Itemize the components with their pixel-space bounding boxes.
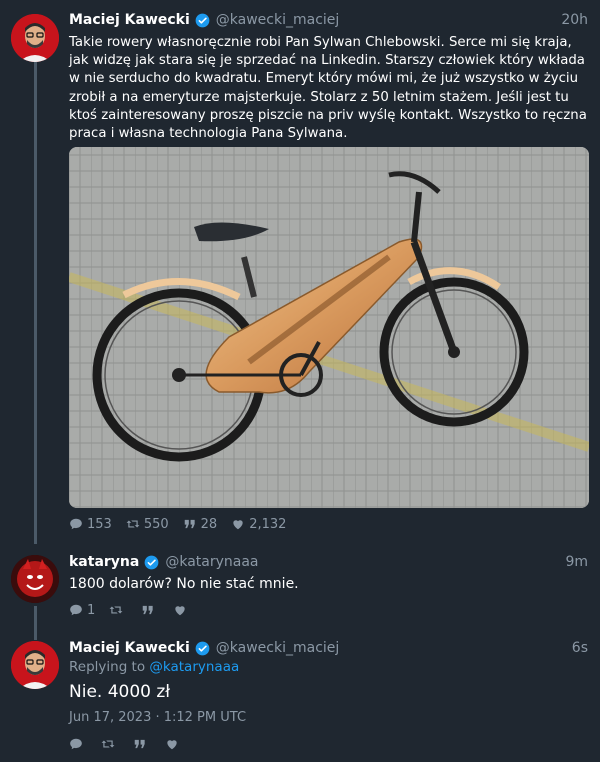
- reply-count: 1: [87, 602, 96, 618]
- tweet-image[interactable]: [69, 147, 589, 508]
- replying-prefix: Replying to: [69, 659, 146, 675]
- tweet-date[interactable]: Jun 17, 2023 · 1:12 PM UTC: [69, 710, 246, 725]
- quote-count: 28: [200, 516, 218, 532]
- reply-icon: [69, 517, 83, 531]
- avatar-image: [11, 14, 59, 62]
- retweet-count: 550: [143, 516, 169, 532]
- reply-icon: [69, 737, 83, 751]
- quote-button[interactable]: 28: [183, 516, 218, 532]
- tweet-text: Nie. 4000 zł: [69, 682, 171, 702]
- display-name[interactable]: Maciej Kawecki: [69, 12, 190, 28]
- like-button[interactable]: [165, 737, 183, 751]
- retweet-button[interactable]: [101, 737, 119, 751]
- replying-mention-link[interactable]: @katarynaaa: [149, 659, 239, 675]
- quote-icon: [133, 737, 147, 751]
- display-name[interactable]: Maciej Kawecki: [69, 640, 190, 656]
- like-button[interactable]: 2,132: [231, 517, 286, 532]
- avatar[interactable]: [11, 14, 59, 62]
- reply-button[interactable]: 153: [69, 517, 112, 532]
- retweet-button[interactable]: [109, 603, 127, 617]
- like-icon: [231, 517, 245, 531]
- like-button[interactable]: [173, 603, 191, 617]
- tweet-header: kataryna @katarynaaa 9m: [69, 552, 588, 572]
- reply-button[interactable]: 1: [69, 603, 95, 618]
- tweet-actions: [69, 735, 197, 753]
- verified-badge-icon: [144, 555, 159, 570]
- username[interactable]: @kawecki_maciej: [216, 640, 340, 656]
- username[interactable]: @kawecki_maciej: [216, 12, 340, 28]
- tweet-actions: 1: [69, 601, 205, 619]
- username[interactable]: @katarynaaa: [165, 554, 258, 570]
- retweet-icon: [126, 517, 140, 531]
- quote-icon: [141, 603, 155, 617]
- avatar[interactable]: [11, 641, 59, 689]
- quote-button[interactable]: [141, 603, 159, 617]
- avatar[interactable]: [11, 555, 59, 603]
- replying-to: Replying to @katarynaaa: [69, 659, 239, 675]
- like-icon: [173, 603, 187, 617]
- display-name[interactable]: kataryna: [69, 554, 139, 570]
- reply-button[interactable]: [69, 737, 87, 751]
- quote-button[interactable]: [133, 737, 151, 751]
- reply-icon: [69, 603, 83, 617]
- timestamp[interactable]: 9m: [565, 554, 588, 570]
- verified-badge-icon: [195, 13, 210, 28]
- tweet-text: 1800 dolarów? No nie stać mnie.: [69, 576, 299, 592]
- thread-line: [34, 606, 37, 640]
- tweet-main[interactable]: Maciej Kawecki @kawecki_maciej 20h Takie…: [0, 0, 600, 545]
- reply-count: 153: [87, 516, 112, 532]
- verified-badge-icon: [195, 641, 210, 656]
- avatar-image: [11, 641, 59, 689]
- tweet-header: Maciej Kawecki @kawecki_maciej 6s: [69, 638, 588, 658]
- quote-icon: [183, 517, 197, 531]
- retweet-icon: [101, 737, 115, 751]
- like-count: 2,132: [249, 516, 287, 532]
- bicycle-photo: [69, 147, 589, 508]
- timestamp[interactable]: 6s: [572, 640, 588, 656]
- tweet-text: Takie rowery własnoręcznie robi Pan Sylw…: [69, 35, 587, 142]
- tweet-actions: 153 550 28 2,132: [69, 515, 300, 533]
- retweet-button[interactable]: 550: [126, 517, 169, 532]
- avatar-image: [11, 555, 59, 603]
- tweet-header: Maciej Kawecki @kawecki_maciej 20h: [69, 10, 588, 30]
- timestamp[interactable]: 20h: [561, 12, 588, 28]
- retweet-icon: [109, 603, 123, 617]
- like-icon: [165, 737, 179, 751]
